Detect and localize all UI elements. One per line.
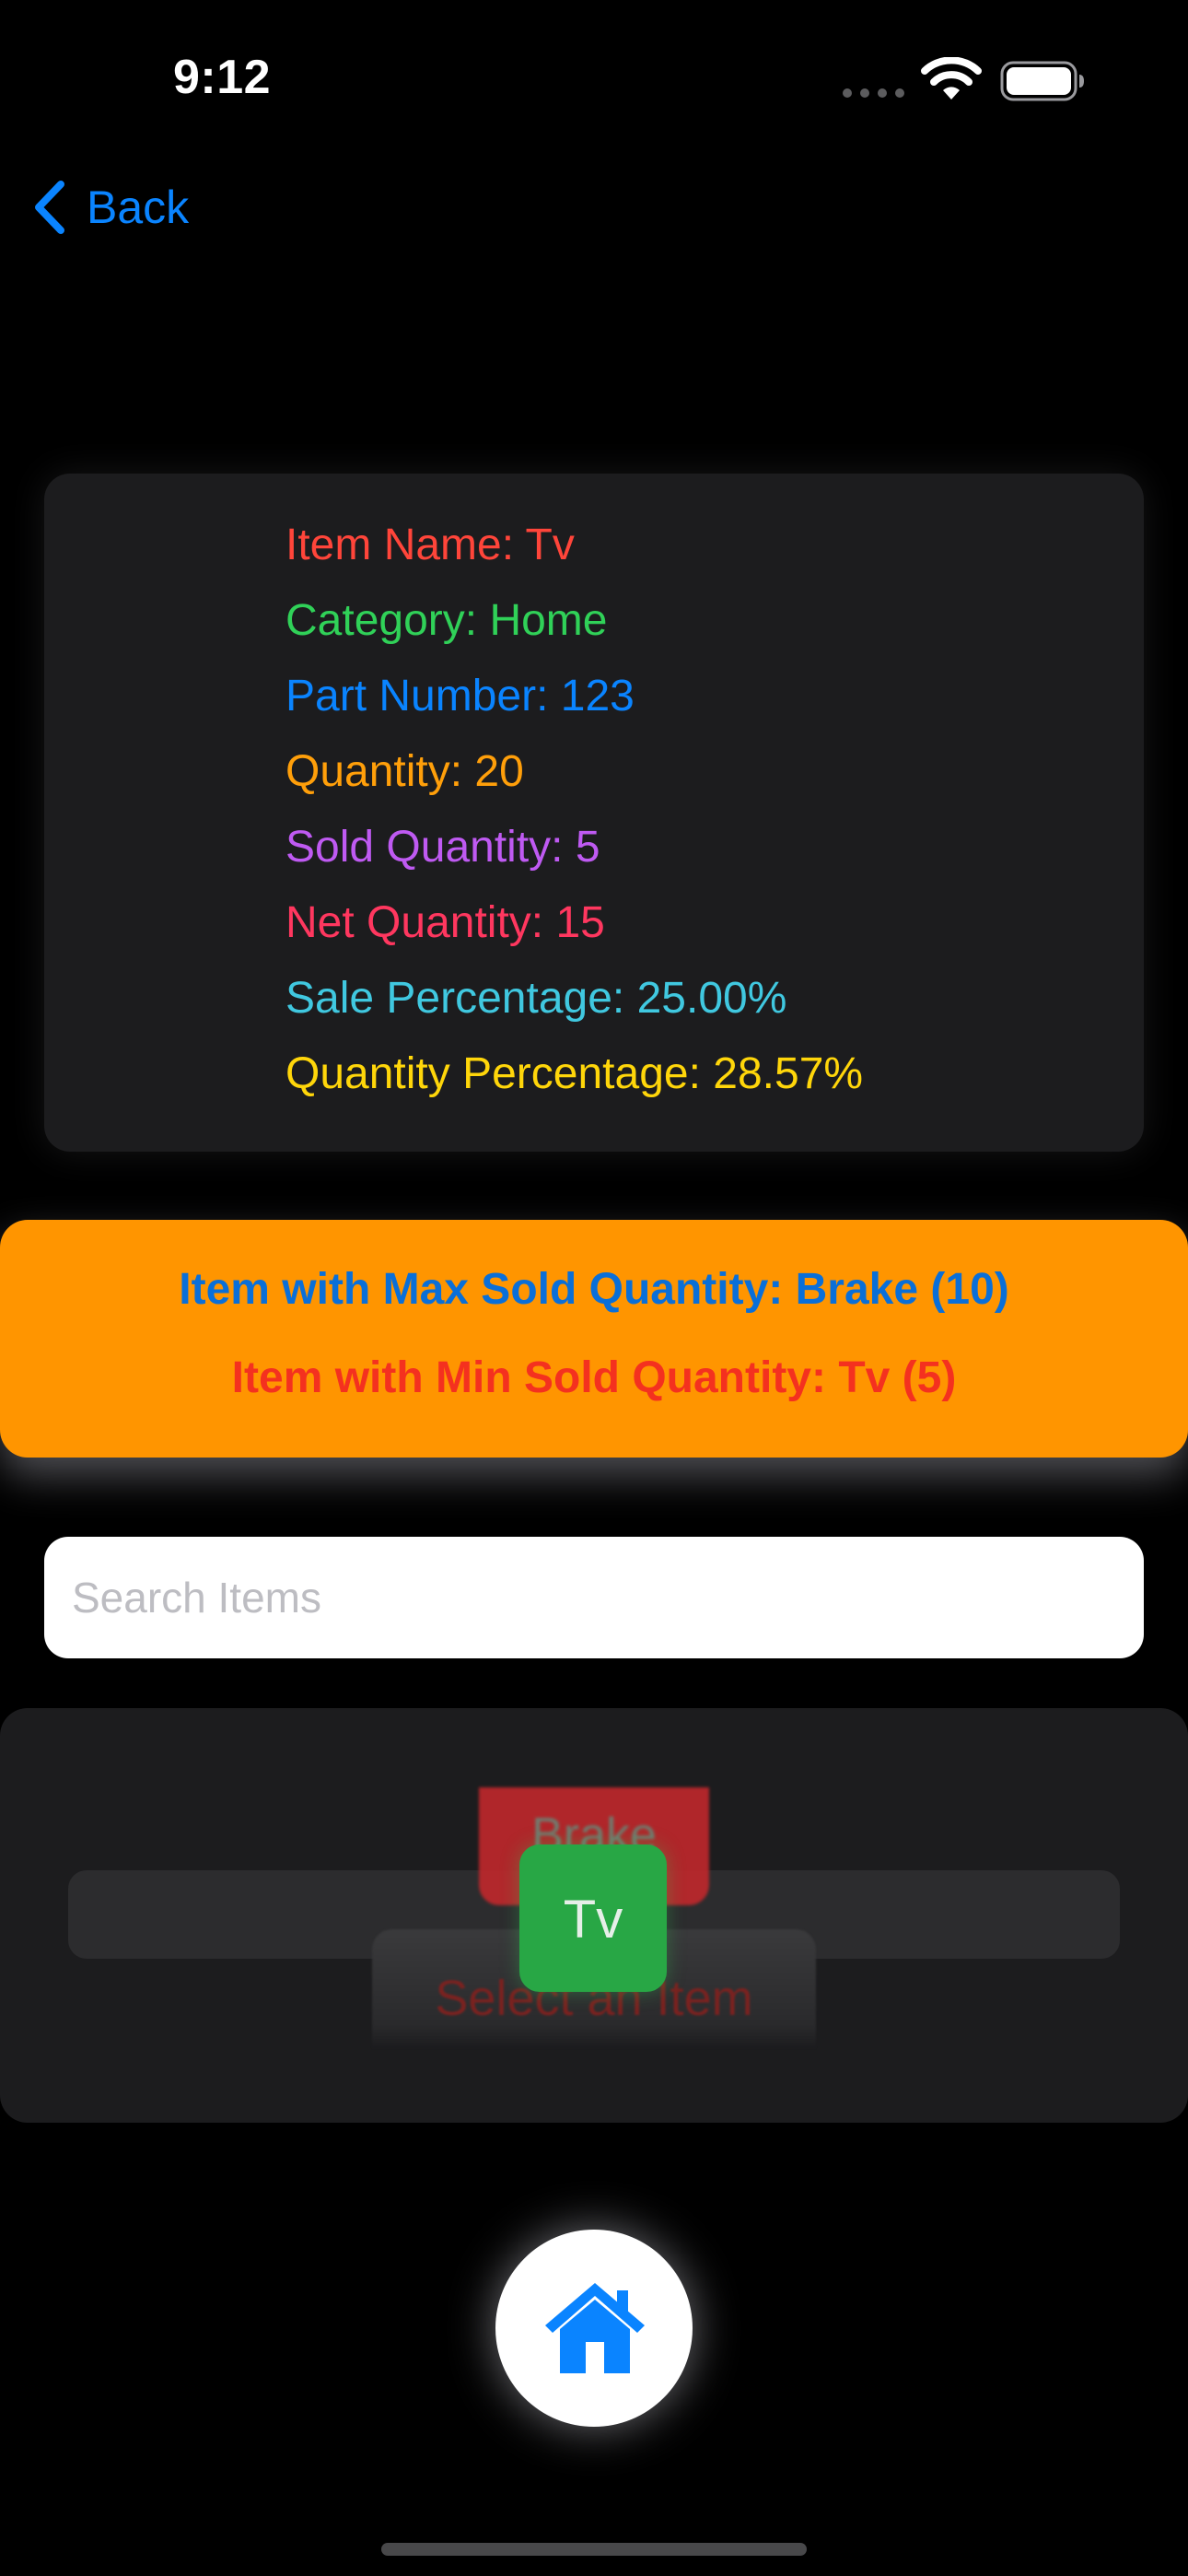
wifi-icon [921,57,982,100]
max-sold-text: Item with Max Sold Quantity: Brake (10) [179,1265,1009,1314]
search-input[interactable] [44,1537,1144,1658]
sold-quantity-text: Sold Quantity: 5 [285,823,600,872]
home-button[interactable] [495,2230,693,2427]
back-button[interactable]: Back [31,175,189,240]
part-number-text: Part Number: 123 [285,672,635,720]
home-indicator [381,2543,807,2556]
battery-icon [1000,61,1084,101]
item-details-card: Item Name: Tv Category: Home Part Number… [44,474,1144,1152]
item-picker[interactable]: Brake Select an Item Tv [0,1708,1188,2123]
quantity-text: Quantity: 20 [285,747,524,796]
item-name-text: Item Name: Tv [285,521,575,569]
quantity-percentage-text: Quantity Percentage: 28.57% [285,1049,864,1098]
picker-option-label: Tv [563,1890,623,1950]
signal-dots-icon [843,88,905,98]
category-text: Category: Home [285,596,608,645]
house-icon [545,2283,645,2373]
chevron-left-icon [35,181,64,234]
back-label: Back [87,181,190,233]
picker-option-tv[interactable]: Tv [519,1844,667,1992]
status-time: 9:12 [173,51,272,104]
sale-percentage-text: Sale Percentage: 25.00% [285,974,787,1023]
sales-stats-banner: Item with Max Sold Quantity: Brake (10) … [0,1220,1188,1458]
min-sold-text: Item with Min Sold Quantity: Tv (5) [231,1353,957,1402]
net-quantity-text: Net Quantity: 15 [285,898,605,947]
